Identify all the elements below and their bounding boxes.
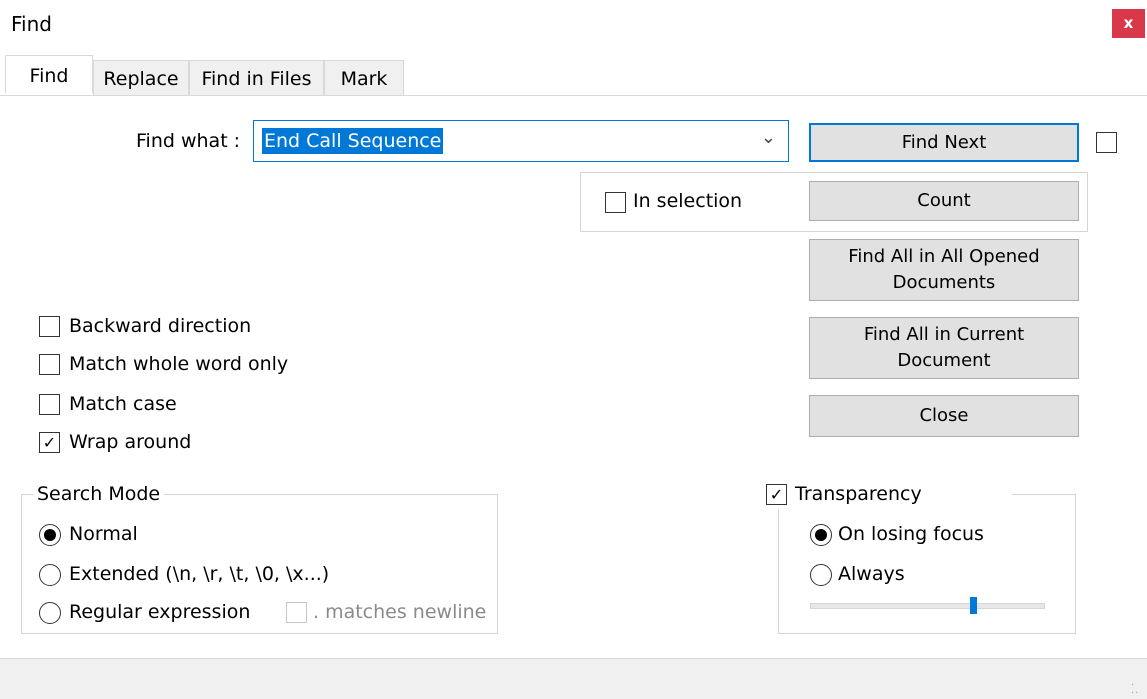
- backward-direction-checkbox[interactable]: [39, 316, 60, 337]
- always-radio[interactable]: [810, 564, 832, 586]
- match-case-label: Match case: [69, 393, 177, 415]
- find-all-current-document-button[interactable]: Find All in Current Document: [809, 317, 1079, 379]
- find-all-opened-documents-button[interactable]: Find All in All Opened Documents: [809, 239, 1079, 301]
- extended-radio-label: Extended (\n, \r, \t, \0, \x...): [69, 563, 330, 585]
- on-losing-focus-radio[interactable]: [810, 524, 832, 546]
- transparency-slider-track[interactable]: [810, 603, 1045, 609]
- window-title: Find: [11, 12, 52, 36]
- find-all-current-line1: Find All in Current: [863, 324, 1025, 345]
- checkmark-icon: ✓: [769, 484, 784, 504]
- find-all-opened-line1: Find All in All Opened: [848, 246, 1040, 267]
- wrap-around-checkbox[interactable]: ✓: [39, 432, 60, 453]
- regular-expression-radio[interactable]: [39, 602, 61, 624]
- find-what-label: Find what :: [136, 130, 241, 152]
- in-selection-label: In selection: [633, 190, 743, 212]
- chevron-down-icon[interactable]: ⌄: [761, 127, 776, 148]
- resize-grip-icon[interactable]: · ··: [1131, 681, 1139, 699]
- tab-find[interactable]: Find: [5, 55, 93, 93]
- search-mode-legend: Search Mode: [33, 483, 165, 505]
- match-case-checkbox[interactable]: [39, 394, 60, 415]
- tab-find-in-files[interactable]: Find in Files: [189, 60, 324, 96]
- matches-newline-checkbox[interactable]: [286, 602, 307, 623]
- extended-radio[interactable]: [39, 564, 61, 586]
- find-all-opened-line2: Documents: [892, 272, 996, 293]
- checkmark-icon: ✓: [42, 432, 57, 452]
- matches-newline-label: . matches newline: [313, 601, 487, 623]
- tab-mark[interactable]: Mark: [324, 60, 404, 96]
- regular-expression-label: Regular expression: [69, 601, 251, 623]
- in-selection-checkbox[interactable]: [605, 192, 626, 213]
- match-whole-word-checkbox[interactable]: [39, 354, 60, 375]
- find-what-input-value[interactable]: End Call Sequence: [262, 128, 444, 154]
- find-next-extra-checkbox[interactable]: [1096, 132, 1117, 153]
- status-bar: [0, 658, 1147, 699]
- transparency-checkbox[interactable]: ✓: [766, 484, 787, 505]
- normal-radio[interactable]: [39, 524, 61, 546]
- match-whole-word-label: Match whole word only: [69, 353, 289, 375]
- count-button[interactable]: Count: [809, 181, 1079, 221]
- backward-direction-label: Backward direction: [69, 315, 252, 337]
- transparency-label: Transparency: [795, 483, 922, 505]
- wrap-around-label: Wrap around: [69, 431, 192, 453]
- on-losing-focus-label: On losing focus: [838, 523, 984, 545]
- close-window-button[interactable]: x: [1112, 9, 1145, 38]
- tab-replace[interactable]: Replace: [93, 60, 189, 96]
- find-what-combobox[interactable]: End Call Sequence ⌄: [253, 120, 789, 162]
- transparency-slider-thumb[interactable]: [970, 597, 977, 614]
- find-all-current-line2: Document: [897, 350, 991, 371]
- find-next-button[interactable]: Find Next: [809, 123, 1079, 162]
- normal-radio-label: Normal: [69, 523, 138, 545]
- close-button[interactable]: Close: [809, 395, 1079, 437]
- always-label: Always: [838, 563, 905, 585]
